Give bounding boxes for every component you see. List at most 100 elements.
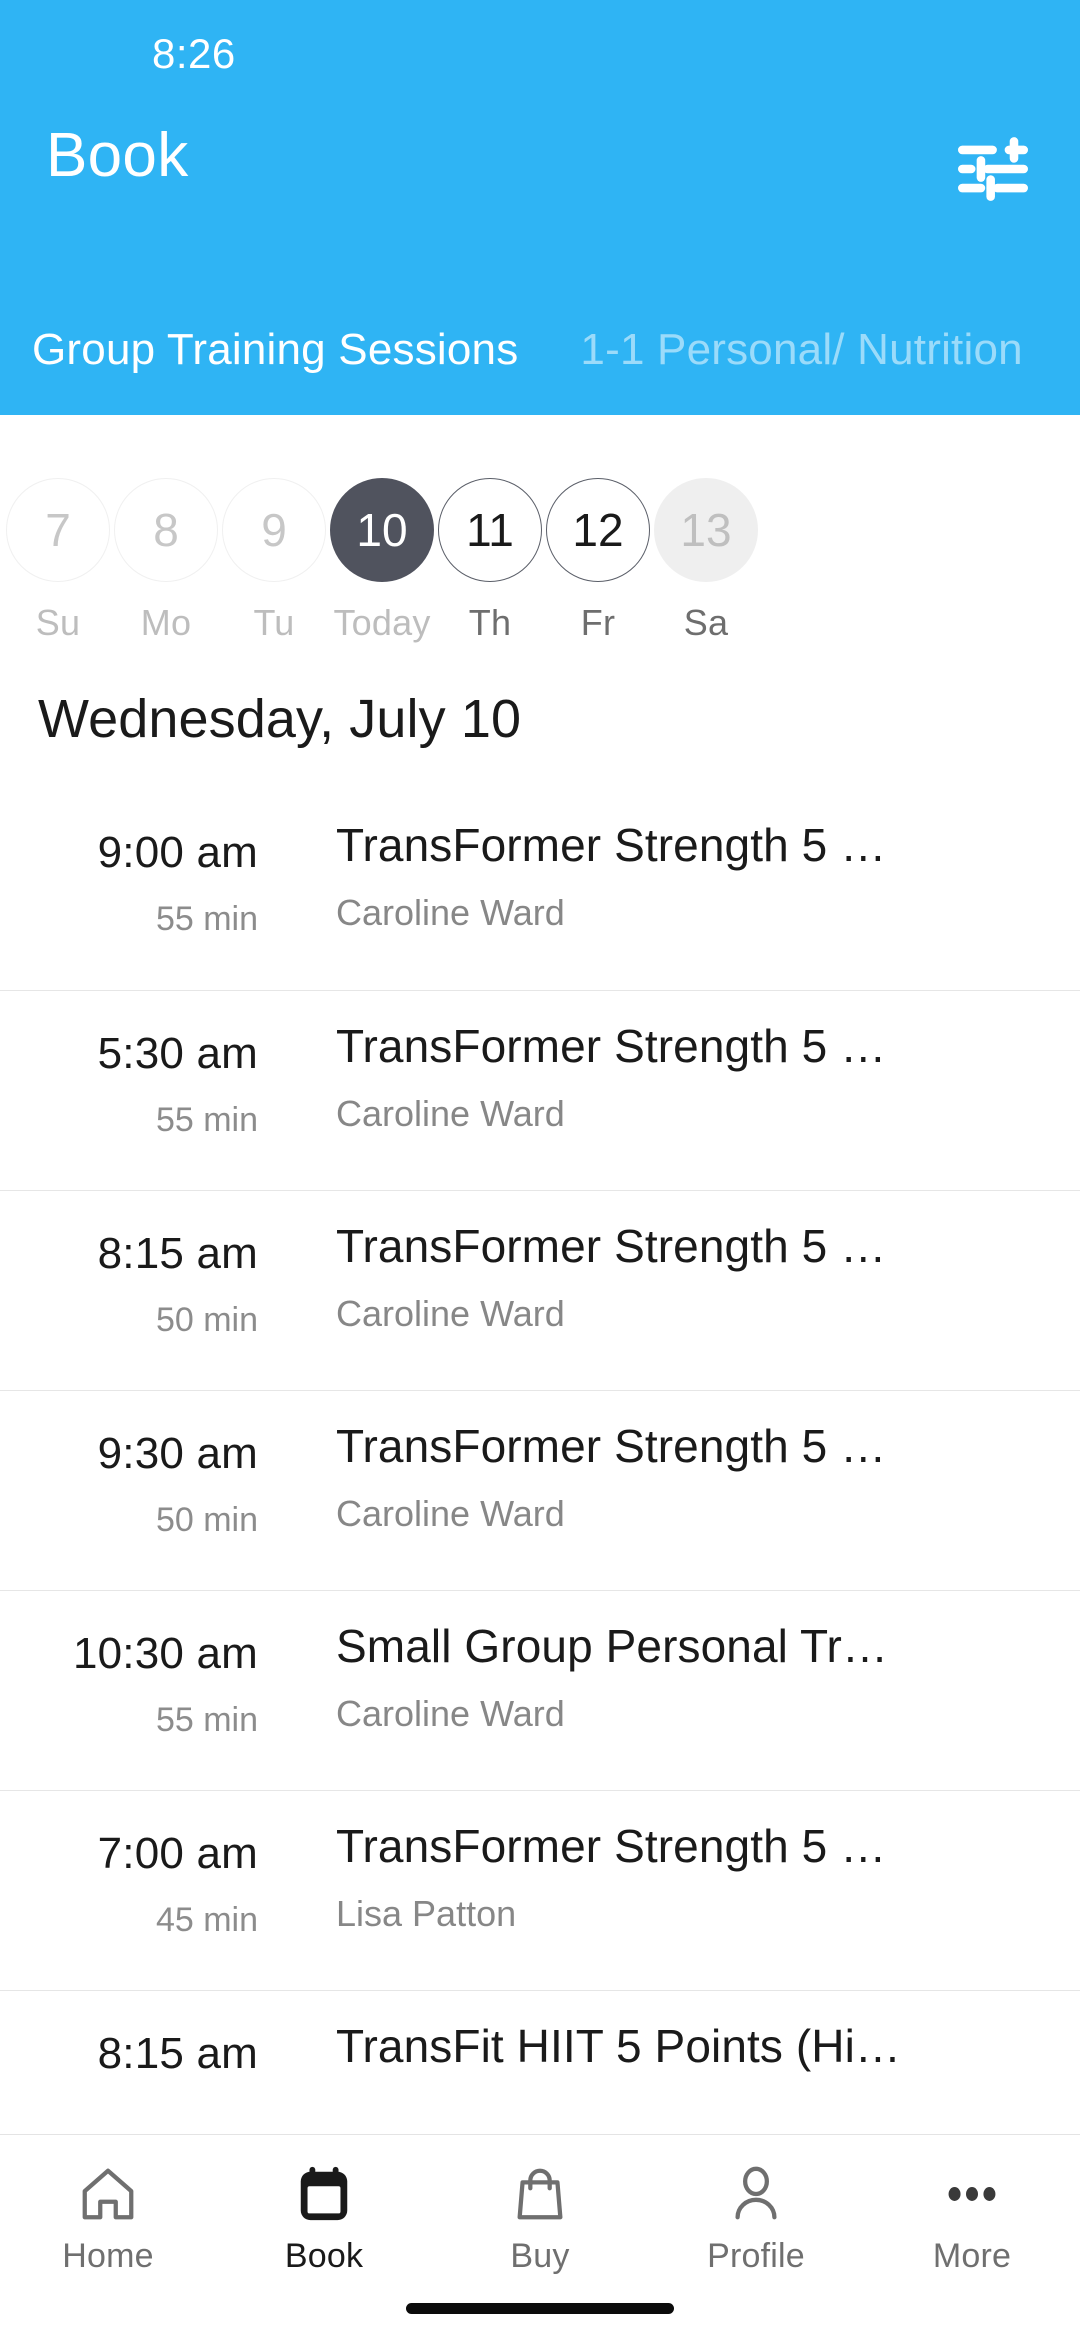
- bag-icon: [509, 2163, 571, 2225]
- class-list[interactable]: 9:00 am 55 min TransFormer Strength 5 … …: [0, 790, 1080, 2130]
- app-header: 8:26 Book Group Training Sessions 1-1 Pe…: [0, 0, 1080, 415]
- filter-button[interactable]: [952, 134, 1034, 204]
- class-info-block: TransFormer Strength 5 … Caroline Ward: [336, 790, 1050, 990]
- dots-icon: [941, 2163, 1003, 2225]
- date-selector-row: 7 Su 8 Mo 9 Tu 10 Today 11 Th 12 Fr 13 S…: [0, 415, 1080, 665]
- class-info-block: TransFormer Strength 5 … Lisa Patton: [336, 1791, 1050, 1991]
- class-name: TransFormer Strength 5 …: [336, 1820, 887, 1872]
- date-cell-11[interactable]: 11 Th: [438, 415, 542, 644]
- class-instructor: Caroline Ward: [336, 1493, 565, 1534]
- tab-group-training-sessions[interactable]: Group Training Sessions: [32, 285, 518, 415]
- class-instructor: Caroline Ward: [336, 1693, 565, 1734]
- class-time-block: 9:30 am 50 min: [0, 1391, 280, 1591]
- date-cell-8[interactable]: 8 Mo: [114, 415, 218, 644]
- class-name: TransFit HIIT 5 Points (Hi…: [336, 2020, 902, 2072]
- class-time: 9:30 am: [97, 1429, 258, 1478]
- class-instructor: Caroline Ward: [336, 1093, 565, 1134]
- date-cell-9[interactable]: 9 Tu: [222, 415, 326, 644]
- date-selector[interactable]: 7 Su 8 Mo 9 Tu 10 Today 11 Th 12 Fr 13 S…: [0, 415, 1080, 665]
- date-weekday: Fr: [580, 602, 616, 643]
- class-time: 10:30 am: [72, 1629, 258, 1678]
- date-number: 8: [114, 478, 218, 582]
- class-instructor: Lisa Patton: [336, 1893, 517, 1934]
- class-row[interactable]: 8:15 am TransFit HIIT 5 Points (Hi…: [0, 1990, 1080, 2130]
- class-info-block: TransFit HIIT 5 Points (Hi…: [336, 1991, 1050, 2130]
- nav-item-more[interactable]: More: [864, 2135, 1080, 2276]
- class-duration: 50 min: [155, 1501, 258, 1539]
- bottom-navigation[interactable]: Home Book Buy Profile More: [0, 2134, 1080, 2340]
- class-instructor: Caroline Ward: [336, 1293, 565, 1334]
- home-icon: [77, 2163, 139, 2225]
- class-duration: 55 min: [155, 1101, 258, 1139]
- class-row[interactable]: 8:15 am 50 min TransFormer Strength 5 … …: [0, 1190, 1080, 1390]
- class-info-block: TransFormer Strength 5 … Caroline Ward: [336, 1391, 1050, 1591]
- date-weekday: Th: [468, 602, 512, 643]
- class-time-block: 8:15 am 50 min: [0, 1191, 280, 1391]
- class-time-block: 10:30 am 55 min: [0, 1591, 280, 1791]
- class-row[interactable]: 10:30 am 55 min Small Group Personal Tr……: [0, 1590, 1080, 1790]
- date-number: 11: [438, 478, 542, 582]
- nav-label: Book: [284, 2237, 364, 2275]
- date-weekday: Sa: [683, 602, 729, 643]
- nav-item-profile[interactable]: Profile: [648, 2135, 864, 2276]
- home-indicator: [406, 2303, 674, 2314]
- class-duration: 45 min: [155, 1901, 258, 1939]
- tab-personal-nutrition[interactable]: 1-1 Personal/ Nutrition: [580, 285, 1022, 415]
- nav-item-home[interactable]: Home: [0, 2135, 216, 2276]
- app-screen: 8:26 Book Group Training Sessions 1-1 Pe…: [0, 0, 1080, 2340]
- class-row[interactable]: 9:30 am 50 min TransFormer Strength 5 … …: [0, 1390, 1080, 1590]
- date-number: 13: [654, 478, 758, 582]
- class-row[interactable]: 9:00 am 55 min TransFormer Strength 5 … …: [0, 790, 1080, 990]
- class-info-block: TransFormer Strength 5 … Caroline Ward: [336, 1191, 1050, 1391]
- class-name: TransFormer Strength 5 …: [336, 1020, 887, 1072]
- class-time: 7:00 am: [97, 1829, 258, 1878]
- status-bar-clock: 8:26: [152, 30, 236, 77]
- class-time: 9:00 am: [97, 828, 258, 877]
- class-duration: 55 min: [155, 1701, 258, 1739]
- date-weekday: Tu: [253, 602, 295, 643]
- nav-item-book[interactable]: Book: [216, 2135, 432, 2276]
- class-instructor: Caroline Ward: [336, 892, 565, 933]
- date-weekday: Su: [35, 602, 81, 643]
- date-number: 12: [546, 478, 650, 582]
- class-duration: 55 min: [155, 900, 258, 938]
- date-weekday: Today: [333, 602, 431, 643]
- class-name: TransFormer Strength 5 …: [336, 1220, 887, 1272]
- date-number: 10: [330, 478, 434, 582]
- class-time-block: 7:00 am 45 min: [0, 1791, 280, 1991]
- date-number: 7: [6, 478, 110, 582]
- date-number: 9: [222, 478, 326, 582]
- date-weekday: Mo: [140, 602, 192, 643]
- class-name: TransFormer Strength 5 …: [336, 1420, 887, 1472]
- class-name: Small Group Personal Tr…: [336, 1620, 889, 1672]
- nav-label: Profile: [707, 2237, 805, 2275]
- class-name: TransFormer Strength 5 …: [336, 819, 887, 871]
- day-heading: Wednesday, July 10: [38, 689, 522, 749]
- title-bar: Book: [0, 100, 1080, 230]
- person-icon: [725, 2163, 787, 2225]
- date-cell-10-today[interactable]: 10 Today: [330, 415, 434, 644]
- date-cell-12[interactable]: 12 Fr: [546, 415, 650, 644]
- class-time: 5:30 am: [97, 1029, 258, 1078]
- class-row[interactable]: 5:30 am 55 min TransFormer Strength 5 … …: [0, 990, 1080, 1190]
- date-cell-7[interactable]: 7 Su: [6, 415, 110, 644]
- class-time-block: 8:15 am: [0, 1991, 280, 2130]
- nav-item-buy[interactable]: Buy: [432, 2135, 648, 2276]
- nav-label: More: [932, 2237, 1012, 2275]
- date-cell-13[interactable]: 13 Sa: [654, 415, 758, 644]
- class-row[interactable]: 7:00 am 45 min TransFormer Strength 5 … …: [0, 1790, 1080, 1990]
- header-tabs[interactable]: Group Training Sessions 1-1 Personal/ Nut…: [0, 285, 1080, 415]
- class-duration: 50 min: [155, 1301, 258, 1339]
- class-time: 8:15 am: [97, 1229, 258, 1278]
- status-bar: 8:26: [0, 0, 1080, 100]
- class-info-block: TransFormer Strength 5 … Caroline Ward: [336, 991, 1050, 1191]
- class-time-block: 9:00 am 55 min: [0, 790, 280, 990]
- nav-label: Home: [62, 2237, 154, 2275]
- page-title: Book: [46, 121, 189, 190]
- calendar-icon: [293, 2163, 355, 2225]
- sliders-filter-icon: [952, 134, 1034, 204]
- class-time: 8:15 am: [97, 2029, 258, 2078]
- nav-label: Buy: [510, 2237, 570, 2275]
- class-time-block: 5:30 am 55 min: [0, 991, 280, 1191]
- class-info-block: Small Group Personal Tr… Caroline Ward: [336, 1591, 1050, 1791]
